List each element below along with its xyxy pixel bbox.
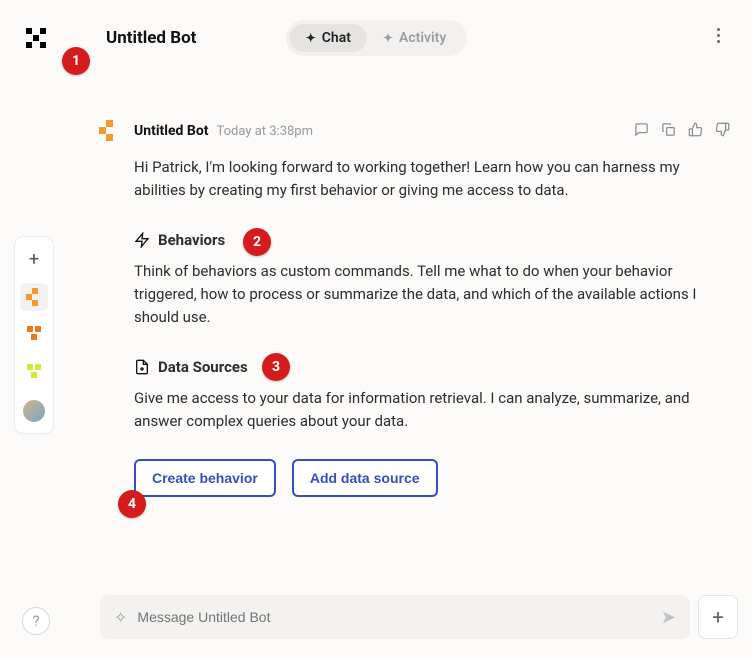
tab-activity-label: Activity [399, 30, 446, 46]
bot-icon-lime [25, 364, 43, 382]
annotation-badge-2: 2 [243, 228, 271, 256]
more-menu-button[interactable] [711, 22, 726, 49]
app-logo[interactable] [26, 28, 46, 48]
rail-bot-2[interactable] [20, 321, 48, 349]
comment-icon[interactable] [634, 122, 649, 141]
add-data-source-button[interactable]: Add data source [292, 459, 438, 497]
plus-icon: + [29, 249, 39, 270]
message-author: Untitled Bot [134, 123, 208, 139]
annotation-badge-3: 3 [262, 353, 290, 381]
behaviors-heading: Behaviors [134, 229, 730, 252]
rail-add-button[interactable]: + [20, 245, 48, 273]
message-actions [634, 122, 730, 141]
bot-avatar-icon [98, 120, 120, 142]
message-timestamp: Today at 3:38pm [216, 124, 313, 139]
message-composer[interactable]: ✧ ➤ [100, 595, 690, 639]
rail-user-avatar[interactable] [20, 397, 48, 425]
annotation-badge-4: 4 [118, 490, 146, 518]
datasources-heading: Data Sources [134, 356, 730, 379]
side-rail: + [14, 236, 54, 434]
sparkle-icon: ✦ [306, 31, 316, 45]
send-icon[interactable]: ➤ [661, 607, 676, 628]
page-title: Untitled Bot [106, 28, 196, 48]
thumbs-up-icon[interactable] [688, 122, 703, 141]
file-plus-icon [134, 359, 150, 375]
thumbs-down-icon[interactable] [715, 122, 730, 141]
annotation-badge-1: 1 [62, 47, 90, 75]
copy-icon[interactable] [661, 122, 676, 141]
composer-add-button[interactable]: + [698, 595, 738, 639]
sparkle-icon: ✧ [114, 608, 127, 627]
datasources-text: Give me access to your data for informat… [134, 387, 730, 434]
bot-icon-orange [25, 288, 43, 306]
tab-chat-label: Chat [322, 30, 351, 46]
rail-bot-1[interactable] [20, 283, 48, 311]
bot-icon-dark-orange [25, 326, 43, 344]
view-toggle: ✦ Chat ✦ Activity [286, 20, 467, 56]
tab-activity[interactable]: ✦ Activity [367, 24, 462, 52]
behaviors-text: Think of behaviors as custom commands. T… [134, 260, 730, 330]
avatar [23, 400, 45, 422]
create-behavior-button[interactable]: Create behavior [134, 459, 276, 497]
bolt-icon [134, 232, 150, 248]
bolt-icon: ✦ [383, 31, 393, 45]
message-intro: Hi Patrick, I'm looking forward to worki… [134, 156, 730, 203]
rail-bot-3[interactable] [20, 359, 48, 387]
help-button[interactable]: ? [22, 607, 50, 635]
tab-chat[interactable]: ✦ Chat [290, 24, 367, 52]
composer-input[interactable] [137, 609, 661, 625]
